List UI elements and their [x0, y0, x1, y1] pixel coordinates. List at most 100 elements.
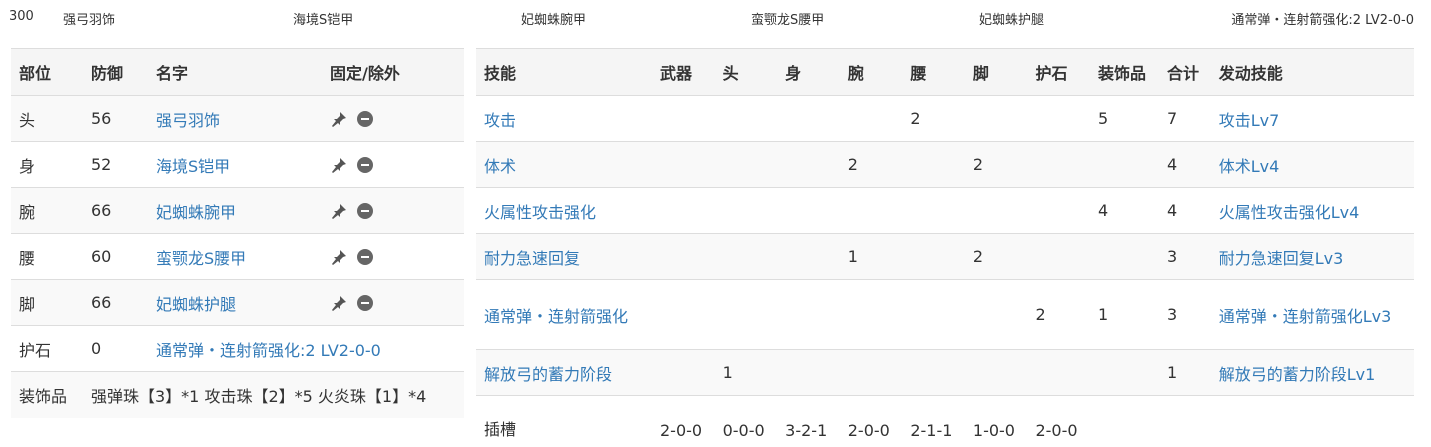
decorations-row: 装饰品 强弹珠【3】*1 攻击珠【2】*5 火炎珠【1】*4 [11, 371, 464, 418]
armor-link[interactable]: 强弓羽饰 [156, 111, 220, 130]
head-slots: 0-0-0 [722, 420, 765, 440]
armor-link[interactable]: 妃蜘蛛护腿 [156, 295, 236, 314]
waist-value: 2 [910, 109, 921, 128]
head-value [715, 142, 778, 188]
skill-row: 火属性攻击强化 4 4 火属性攻击强化Lv4 [476, 187, 1414, 234]
col-active-skill: 发动技能 [1210, 48, 1414, 96]
charm-link[interactable]: 通常弹・连射箭强化:2 LV2-0-0 [156, 341, 381, 360]
skill-link[interactable]: 耐力急速回复 [484, 249, 580, 268]
active-skill-link[interactable]: 通常弹・连射箭强化Lv3 [1219, 307, 1392, 326]
summary-arm: 妃蜘蛛腕甲 [521, 13, 587, 28]
skill-row: 解放弓的蓄力阶段 1 1 解放弓的蓄力阶段Lv1 [476, 349, 1414, 396]
pin-icon[interactable] [330, 202, 348, 220]
summary-body: 海境S铠甲 [293, 13, 354, 28]
fix-exclude-controls [322, 96, 464, 142]
build-summary-bar: 300 强弓羽饰 海境S铠甲 妃蜘蛛腕甲 蛮颚龙S腰甲 妃蜘蛛护腿 通常弹・连射… [0, 0, 1431, 36]
skill-link[interactable]: 体术 [484, 157, 516, 176]
pin-icon[interactable] [330, 248, 348, 266]
charm-value [1027, 350, 1090, 396]
deco-value [1090, 350, 1159, 396]
col-arm: 腕 [839, 48, 903, 96]
arm-value: 2 [847, 155, 858, 174]
body-value [777, 142, 840, 188]
waist-value [902, 188, 965, 234]
defense: 0 [91, 339, 102, 358]
armor-link[interactable]: 海境S铠甲 [156, 157, 230, 176]
armor-link[interactable]: 蛮颚龙S腰甲 [156, 249, 246, 268]
part: 身 [19, 156, 36, 176]
col-fix-exclude: 固定/除外 [322, 48, 464, 96]
col-skill: 技能 [476, 48, 652, 96]
total-value: 7 [1167, 109, 1178, 128]
equipment-row-leg: 脚 66 妃蜘蛛护腿 [11, 279, 464, 326]
weapon-value [652, 280, 715, 350]
col-waist: 腰 [902, 48, 965, 96]
minus-circle-icon[interactable] [357, 203, 374, 220]
pin-icon[interactable] [330, 294, 348, 312]
skill-link[interactable]: 攻击 [484, 111, 516, 130]
head-value [715, 188, 778, 234]
minus-circle-icon[interactable] [357, 111, 374, 128]
skills-header-row: 技能 武器 头 身 腕 腰 脚 护石 装饰品 合计 发动技能 [476, 48, 1414, 96]
col-name: 名字 [148, 48, 322, 96]
slots-row: 插槽 2-0-0 0-0-0 3-2-1 2-0-0 2-1-1 1-0-0 2… [476, 395, 1414, 442]
col-leg: 脚 [964, 48, 1028, 96]
head-value: 1 [722, 363, 733, 382]
skill-link[interactable]: 解放弓的蓄力阶段 [484, 365, 612, 384]
charm-value [1027, 142, 1090, 188]
skill-link[interactable]: 通常弹・连射箭强化 [484, 307, 628, 326]
active-skill-link[interactable]: 耐力急速回复Lv3 [1219, 249, 1344, 268]
total-value: 4 [1167, 155, 1178, 174]
total-value: 3 [1167, 247, 1178, 266]
deco-value: 1 [1098, 305, 1109, 324]
col-deco: 装饰品 [1090, 48, 1160, 96]
arm-value [840, 350, 903, 396]
skills-table: 技能 武器 头 身 腕 腰 脚 护石 装饰品 合计 发动技能 攻击 2 5 7 … [476, 48, 1414, 442]
arm-value [840, 188, 903, 234]
defense: 56 [91, 109, 112, 128]
arm-value [840, 96, 903, 142]
head-value [715, 280, 778, 350]
equipment-row-body: 身 52 海境S铠甲 [11, 141, 464, 188]
decorations-value: 强弹珠【3】*1 攻击珠【2】*5 火炎珠【1】*4 [91, 386, 427, 406]
skill-row: 攻击 2 5 7 攻击Lv7 [476, 95, 1414, 142]
equipment-row-head: 头 56 强弓羽饰 [11, 95, 464, 142]
body-value [777, 96, 840, 142]
arm-slots: 2-0-0 [847, 420, 890, 440]
head-value [715, 234, 778, 280]
part: 腕 [19, 202, 36, 222]
head-value [715, 96, 778, 142]
fix-exclude-controls [322, 280, 464, 326]
col-weapon: 武器 [652, 48, 715, 96]
skill-link[interactable]: 火属性攻击强化 [484, 203, 596, 222]
skill-row: 耐力急速回复 1 2 3 耐力急速回复Lv3 [476, 233, 1414, 280]
armor-link[interactable]: 妃蜘蛛腕甲 [156, 203, 236, 222]
active-skill-link[interactable]: 火属性攻击强化Lv4 [1219, 203, 1360, 222]
body-value [777, 280, 840, 350]
defense: 66 [91, 201, 112, 220]
minus-circle-icon[interactable] [357, 157, 374, 174]
fix-exclude-controls [322, 188, 464, 234]
charm-value: 2 [1035, 305, 1046, 324]
col-body: 身 [777, 48, 840, 96]
total-value: 4 [1167, 201, 1178, 220]
body-slots: 3-2-1 [785, 420, 828, 440]
slots-label: 插槽 [484, 419, 517, 439]
active-skill-link[interactable]: 解放弓的蓄力阶段Lv1 [1219, 365, 1376, 384]
arm-value: 1 [847, 247, 858, 266]
minus-circle-icon[interactable] [357, 295, 374, 312]
active-skill-link[interactable]: 攻击Lv7 [1219, 111, 1280, 130]
pin-icon[interactable] [330, 156, 348, 174]
charm-slots: 2-0-0 [1035, 420, 1078, 440]
minus-circle-icon[interactable] [357, 249, 374, 266]
body-value [777, 350, 840, 396]
pin-icon[interactable] [330, 110, 348, 128]
charm-value [1027, 188, 1090, 234]
arm-value [840, 280, 903, 350]
total-value: 3 [1167, 305, 1178, 324]
summary-leg: 妃蜘蛛护腿 [979, 13, 1045, 28]
leg-value [965, 96, 1028, 142]
defense: 66 [91, 293, 112, 312]
active-skill-link[interactable]: 体术Lv4 [1219, 157, 1280, 176]
defense: 60 [91, 247, 112, 266]
